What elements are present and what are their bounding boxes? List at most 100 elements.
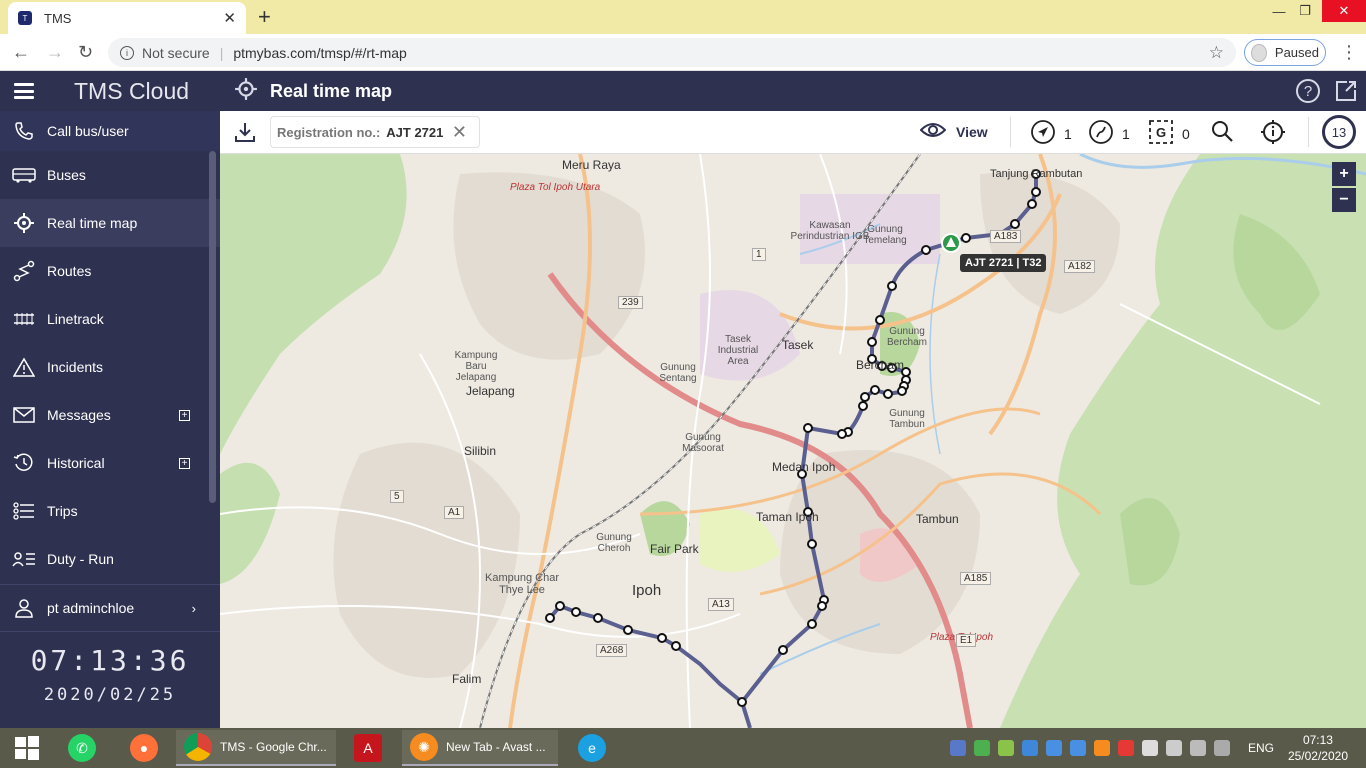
sidebar-item-messages[interactable]: Messages + bbox=[0, 391, 220, 439]
clear-filter-icon[interactable]: ✕ bbox=[452, 122, 467, 143]
expand-messages-icon[interactable]: + bbox=[179, 409, 190, 421]
phone-icon bbox=[12, 121, 36, 141]
info-icon[interactable]: i bbox=[120, 45, 134, 60]
road-shield: A185 bbox=[960, 572, 992, 585]
internet-explorer-icon[interactable]: e bbox=[570, 730, 622, 766]
route-icon bbox=[1088, 119, 1114, 148]
close-tab-icon[interactable]: ✕ bbox=[223, 9, 236, 27]
map-place-label: Tambun bbox=[916, 512, 959, 526]
open-external-icon[interactable] bbox=[1334, 79, 1358, 108]
profile-status: Paused bbox=[1274, 45, 1319, 60]
zoom-controls: + − bbox=[1332, 162, 1356, 214]
avast-tray-icon[interactable] bbox=[1094, 740, 1110, 756]
zoom-in-button[interactable]: + bbox=[1332, 162, 1356, 186]
map-place-label: Ipoh bbox=[632, 582, 662, 599]
avatar bbox=[1251, 43, 1267, 62]
search-icon[interactable] bbox=[1210, 119, 1234, 143]
map-place-label: Fair Park bbox=[650, 542, 699, 556]
reload-icon[interactable]: ↻ bbox=[78, 42, 93, 63]
geofence-filter[interactable]: G 0 bbox=[1148, 119, 1190, 148]
locate-icon[interactable] bbox=[1260, 119, 1286, 145]
registration-filter[interactable]: Registration no.: AJT 2721 ✕ bbox=[270, 116, 480, 148]
expand-historical-icon[interactable]: + bbox=[179, 457, 190, 469]
download-icon[interactable] bbox=[234, 121, 256, 148]
geofence-count: 0 bbox=[1182, 125, 1190, 142]
refresh-countdown[interactable]: 13 bbox=[1322, 115, 1356, 149]
help-icon[interactable]: ? bbox=[1296, 79, 1320, 103]
map-place-label: Kampung Char Thye Lee bbox=[485, 572, 559, 596]
tray-app-icon[interactable] bbox=[974, 740, 990, 756]
mail-icon bbox=[12, 407, 36, 423]
duty-icon bbox=[12, 550, 36, 568]
bus-icon bbox=[12, 167, 36, 183]
chrome-menu-icon[interactable]: ⋮ bbox=[1340, 42, 1358, 63]
linetrack-icon bbox=[12, 311, 36, 327]
map-place-label: Medan Ipoh bbox=[772, 460, 836, 474]
whatsapp-icon[interactable]: ✆ bbox=[60, 730, 112, 766]
live-date: 2020/02/25 bbox=[43, 685, 177, 705]
acrobat-icon[interactable]: A bbox=[346, 730, 398, 766]
sidebar-item-routes[interactable]: Routes bbox=[0, 247, 220, 295]
system-clock[interactable]: 07:13 25/02/2020 bbox=[1288, 732, 1348, 764]
back-icon[interactable]: ← bbox=[12, 42, 30, 63]
firefox-icon[interactable]: ● bbox=[122, 730, 174, 766]
view-button[interactable]: View bbox=[919, 119, 988, 144]
restore-icon[interactable]: ❐ bbox=[1288, 0, 1322, 22]
map-place-label: Taman Ipoh bbox=[756, 510, 819, 524]
bus-tooltip: AJT 2721 | T32 bbox=[960, 254, 1047, 272]
taskbar-avast[interactable]: ✺ New Tab - Avast ... bbox=[402, 730, 558, 766]
browser-tab[interactable]: T TMS ✕ bbox=[8, 2, 246, 34]
volume-icon[interactable] bbox=[1166, 740, 1182, 756]
map-place-label: Tasek Industrial Area bbox=[717, 334, 759, 367]
tray-app-icon[interactable] bbox=[998, 740, 1014, 756]
sidebar-item-label: Buses bbox=[47, 167, 86, 183]
toolbar-divider bbox=[1308, 117, 1309, 147]
hamburger-menu-icon[interactable] bbox=[14, 83, 34, 99]
sidebar-item-call[interactable]: Call bus/user bbox=[0, 111, 220, 151]
map-place-label: Tanjung Rambutan bbox=[990, 168, 1083, 180]
tray-app-icon[interactable] bbox=[1118, 740, 1134, 756]
zoom-out-button[interactable]: − bbox=[1332, 188, 1356, 212]
user-icon bbox=[12, 598, 36, 618]
trips-icon bbox=[12, 502, 36, 520]
sidebar-item-duty-run[interactable]: Duty - Run bbox=[0, 535, 220, 583]
sidebar-item-label: Real time map bbox=[47, 215, 138, 231]
bookmark-star-icon[interactable]: ☆ bbox=[1209, 43, 1224, 63]
sidebar-item-label: Linetrack bbox=[47, 311, 104, 327]
network-icon[interactable] bbox=[1190, 740, 1206, 756]
user-menu[interactable]: pt adminchloe › bbox=[0, 584, 220, 632]
system-time: 07:13 bbox=[1302, 733, 1333, 747]
sidebar-item-trips[interactable]: Trips bbox=[0, 487, 220, 535]
route-filter[interactable]: 1 bbox=[1088, 119, 1130, 148]
keyboard-icon[interactable] bbox=[1214, 740, 1230, 756]
forward-icon[interactable]: → bbox=[46, 42, 64, 63]
sidebar-item-historical[interactable]: Historical + bbox=[0, 439, 220, 487]
sidebar-item-buses[interactable]: Buses bbox=[0, 151, 220, 199]
security-label: Not secure bbox=[142, 44, 210, 61]
map-canvas[interactable]: Meru Raya Tanjung Rambutan Kawasan Perin… bbox=[220, 154, 1366, 728]
flag-icon[interactable] bbox=[1142, 740, 1158, 756]
road-shield: 239 bbox=[618, 296, 643, 309]
address-bar: ← → ↻ i Not secure | ptmybas.com/tmsp/#/… bbox=[0, 34, 1366, 71]
window-close-icon[interactable]: ✕ bbox=[1322, 0, 1366, 22]
sidebar-item-real-time-map[interactable]: Real time map bbox=[0, 199, 220, 247]
new-tab-plus-icon[interactable]: + bbox=[258, 4, 271, 30]
language-indicator[interactable]: ENG bbox=[1248, 741, 1274, 755]
url-omnibox[interactable]: i Not secure | ptmybas.com/tmsp/#/rt-map… bbox=[108, 38, 1236, 67]
dropbox-icon[interactable] bbox=[1022, 740, 1038, 756]
taskbar-chrome[interactable]: TMS - Google Chr... bbox=[176, 730, 336, 766]
sidebar-item-incidents[interactable]: Incidents bbox=[0, 343, 220, 391]
navigation-filter[interactable]: 1 bbox=[1030, 119, 1072, 148]
profile-button[interactable]: Paused bbox=[1244, 39, 1326, 66]
url-text[interactable]: ptmybas.com/tmsp/#/rt-map bbox=[233, 45, 1208, 61]
sidebar-scrollbar[interactable] bbox=[209, 151, 216, 503]
route-icon bbox=[12, 260, 36, 282]
cloud-icon[interactable] bbox=[1070, 740, 1086, 756]
windows-start-icon[interactable] bbox=[6, 730, 48, 766]
sidebar-item-label: Duty - Run bbox=[47, 551, 114, 567]
geofence-icon: G bbox=[1148, 119, 1174, 148]
cloud-icon[interactable] bbox=[1046, 740, 1062, 756]
tray-app-icon[interactable] bbox=[950, 740, 966, 756]
map-place-label: Gunung Bercham bbox=[886, 326, 927, 348]
sidebar-item-linetrack[interactable]: Linetrack bbox=[0, 295, 220, 343]
